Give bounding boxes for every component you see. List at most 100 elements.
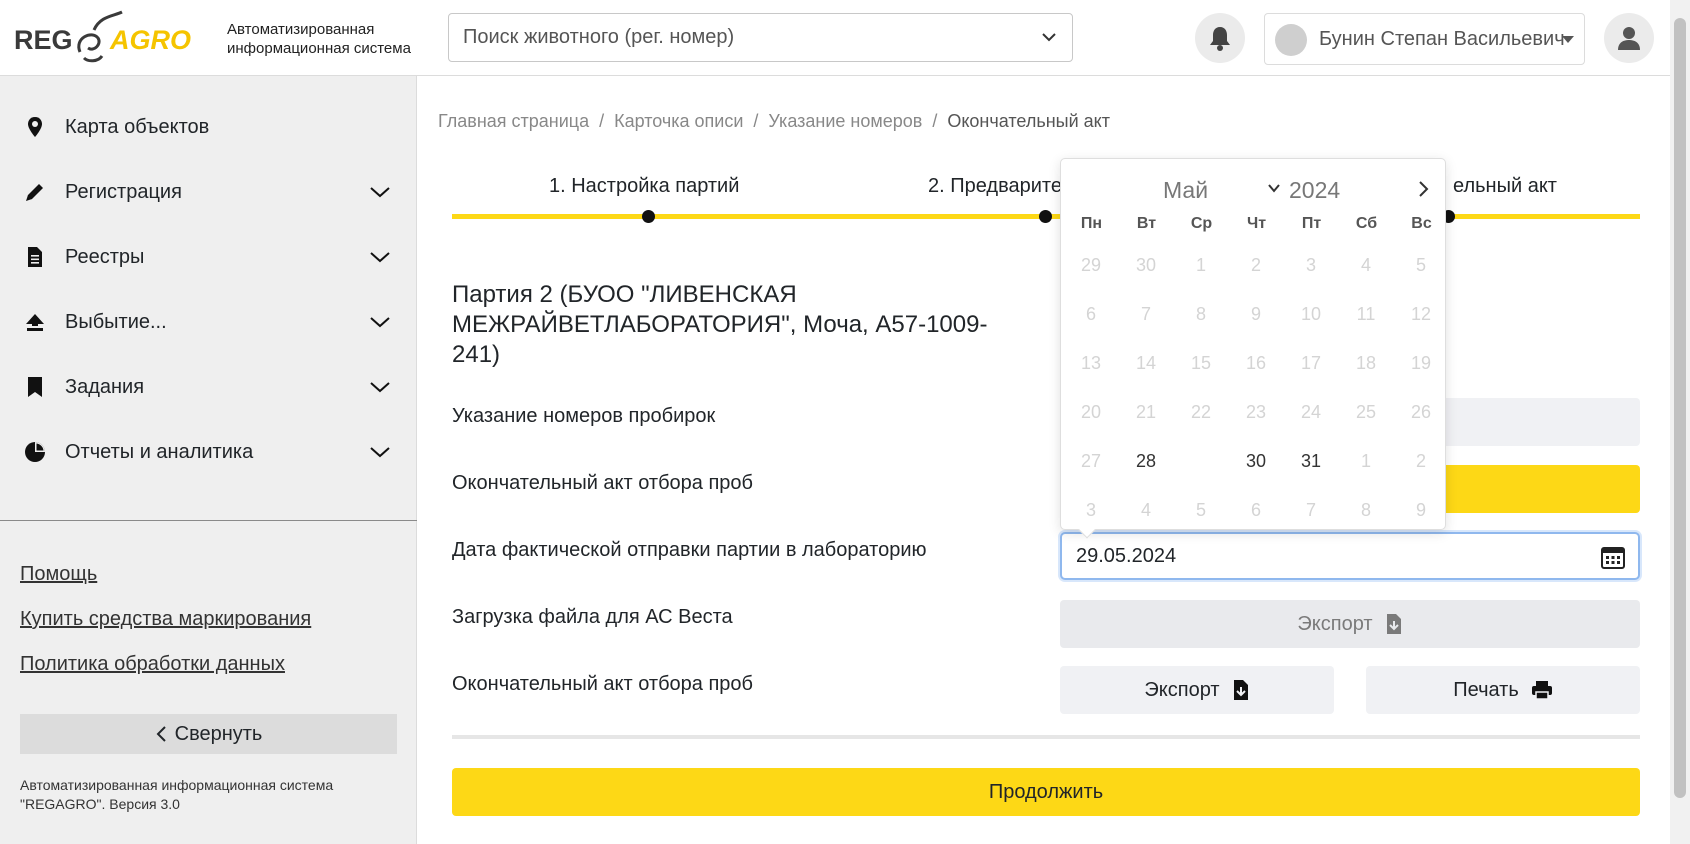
datepicker-day[interactable]: 23 [1231,388,1281,436]
day-number: 10 [1300,303,1322,324]
datepicker-day[interactable]: 8 [1341,486,1391,534]
calendar-icon[interactable] [1600,544,1626,570]
next-month-icon[interactable] [1413,179,1433,199]
sidebar-item-registration[interactable]: Регистрация [0,167,417,219]
datepicker-day[interactable]: 29 [1066,241,1116,289]
breadcrumb-separator: / [753,111,759,131]
app-subtitle-line2: информационная система [227,40,411,57]
export-vesta-button[interactable]: Экспорт [1060,600,1640,648]
animal-search[interactable] [448,13,1073,62]
datepicker-day[interactable]: 20 [1066,388,1116,436]
datepicker-day[interactable]: 14 [1121,339,1171,387]
datepicker-day[interactable]: 2 [1396,437,1446,485]
day-number: 2 [1415,450,1426,471]
datepicker-day[interactable]: 13 [1066,339,1116,387]
datepicker-day[interactable]: 3 [1066,486,1116,534]
user-menu[interactable]: Бунин Степан Васильевич [1264,13,1585,65]
send-date-field[interactable] [1060,532,1640,580]
datepicker-day[interactable]: 1 [1341,437,1391,485]
datepicker-day[interactable]: 27 [1066,437,1116,485]
day-number: 12 [1410,303,1432,324]
regagro-logo[interactable]: REG AGRO [14,8,210,68]
breadcrumb: Главная страница / Карточка описи / Указание… [438,111,1110,132]
breadcrumb-numbers[interactable]: Указание номеров [768,111,922,131]
datepicker-day[interactable]: 28 [1121,437,1171,485]
breadcrumb-inventory-card[interactable]: Карточка описи [614,111,743,131]
datepicker-year[interactable]: 2024 [1289,177,1340,204]
send-date-input[interactable] [1076,534,1576,578]
datepicker-day[interactable]: 6 [1231,486,1281,534]
datepicker-day[interactable]: 31 [1286,437,1336,485]
sidebar-item-label: Задания [65,376,145,398]
datepicker-day[interactable]: 11 [1341,290,1391,338]
datepicker-day[interactable]: 10 [1286,290,1336,338]
datepicker-day[interactable]: 8 [1176,290,1226,338]
chevron-down-icon[interactable] [369,378,391,396]
pencil-icon [26,184,43,201]
datepicker-day[interactable]: 30 [1231,437,1281,485]
datepicker-day[interactable]: 25 [1341,388,1391,436]
datepicker-day[interactable]: 18 [1341,339,1391,387]
datepicker-day[interactable]: 5 [1396,241,1446,289]
datepicker-day[interactable]: 22 [1176,388,1226,436]
datepicker-day[interactable]: 16 [1231,339,1281,387]
datepicker-day[interactable]: 4 [1121,486,1171,534]
help-link[interactable]: Помощь [20,563,97,586]
day-number: 23 [1245,401,1267,422]
scrollbar-thumb[interactable] [1674,18,1686,798]
datepicker-day[interactable]: 2 [1231,241,1281,289]
datepicker-day[interactable]: 9 [1231,290,1281,338]
step-1-label[interactable]: 1. Настройка партий [549,175,739,198]
datepicker-day[interactable]: 5 [1176,486,1226,534]
datepicker-day[interactable]: 7 [1121,290,1171,338]
search-input[interactable] [463,14,1023,61]
datepicker-month[interactable]: Май [1163,177,1208,204]
datepicker-day[interactable]: 6 [1066,290,1116,338]
step-3-label[interactable]: ельный акт [1453,175,1557,198]
step-2-label[interactable]: 2. Предварите [928,175,1062,198]
chevron-down-icon[interactable] [369,183,391,201]
datepicker-day[interactable]: 17 [1286,339,1336,387]
sidebar-item-reports[interactable]: Отчеты и аналитика [0,427,417,479]
day-number: 9 [1250,303,1261,324]
chevron-down-icon[interactable] [369,313,391,331]
chevron-down-icon[interactable] [369,443,391,461]
datepicker-day[interactable]: 29 [1176,437,1226,485]
datepicker-day[interactable]: 15 [1176,339,1226,387]
datepicker-day[interactable]: 4 [1341,241,1391,289]
party-title: Партия 2 (БУОО "ЛИВЕНСКАЯ МЕЖРАЙВЕТЛАБОР… [452,281,988,368]
sidebar-item-tasks[interactable]: Задания [0,362,417,414]
sidebar-item-registries[interactable]: Реестры [0,232,417,284]
day-number: 11 [1356,303,1376,324]
sidebar-item-map[interactable]: Карта объектов [0,102,417,154]
notifications-button[interactable] [1195,13,1245,63]
day-number: 21 [1135,401,1157,422]
continue-button[interactable]: Продолжить [452,768,1640,816]
datepicker-day[interactable]: 19 [1396,339,1446,387]
datepicker-day[interactable]: 12 [1396,290,1446,338]
datepicker-day[interactable]: 9 [1396,486,1446,534]
privacy-policy-link[interactable]: Политика обработки данных [20,653,285,676]
datepicker-day[interactable]: 21 [1121,388,1171,436]
datepicker-day[interactable]: 24 [1286,388,1336,436]
datepicker-day[interactable]: 1 [1176,241,1226,289]
weekday-header: Вс [1411,215,1432,232]
profile-button[interactable] [1604,13,1654,63]
sidebar-item-disposal[interactable]: Выбытие... [0,297,417,349]
export-button[interactable]: Экспорт [1060,666,1334,714]
day-number: 29 [1080,254,1102,275]
datepicker-day[interactable]: 26 [1396,388,1446,436]
month-chevron-down-icon[interactable] [1267,181,1281,195]
datepicker-day[interactable]: 7 [1286,486,1336,534]
day-number: 20 [1080,401,1102,422]
datepicker-day[interactable]: 30 [1121,241,1171,289]
day-number: 30 [1135,254,1157,275]
print-button[interactable]: Печать [1366,666,1640,714]
chevron-down-icon[interactable] [1040,28,1058,46]
page-scrollbar[interactable] [1670,0,1690,844]
chevron-down-icon[interactable] [369,248,391,266]
collapse-sidebar-button[interactable]: Свернуть [20,714,397,754]
breadcrumb-home[interactable]: Главная страница [438,111,589,131]
datepicker-day[interactable]: 3 [1286,241,1336,289]
buy-marking-link[interactable]: Купить средства маркирования [20,608,311,631]
